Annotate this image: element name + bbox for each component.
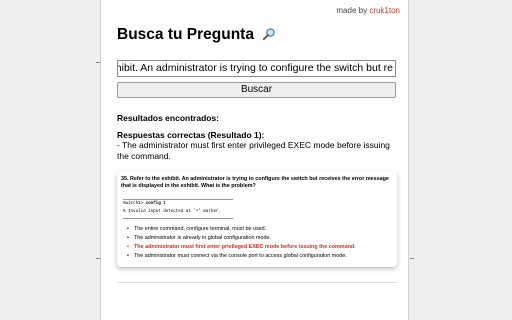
page-title: Busca tu Pregunta [117,26,276,46]
search-input-value: o the exhibit. An administrator is tryin… [118,62,393,74]
magnifying-glass-icon [262,27,276,46]
question-screenshot-card: 35. Refer to the exhibit. An administrat… [117,171,397,267]
author-link[interactable]: cruk1ton [369,6,400,15]
correct-answers-heading: Respuestas correctas (Resultado 1): [117,130,265,140]
divider [117,282,397,283]
answer-option: The administrator must connect via the c… [127,252,395,261]
correct-answer-text: - The administrator must first enter pri… [117,140,390,161]
cli-prompt: Switch1> [123,202,144,206]
search-button[interactable]: Buscar [117,82,396,98]
edge-marker [96,258,100,259]
made-by-credit: made by cruk1ton [336,6,400,15]
edge-marker [96,62,100,63]
cli-error-line: % Invalid input detected at '^' marker. [123,210,222,214]
made-by-prefix: made by [336,6,368,15]
answer-option: The entire command, configure terminal, … [127,225,395,234]
exhibit-cli-box: Switch1> config t % Invalid input detect… [123,199,233,219]
search-input[interactable]: o the exhibit. An administrator is tryin… [117,60,396,77]
answer-option-correct: The administrator must first enter privi… [127,243,395,252]
cli-command-line: Switch1> config t [123,201,166,207]
answer-option: The administrator is already in global c… [127,234,395,243]
question-text: 35. Refer to the exhibit. An administrat… [121,176,389,189]
results-heading: Resultados encontrados: [117,113,220,123]
title-text: Busca tu Pregunta [117,26,254,43]
edge-marker [410,258,414,259]
extension-popup: made by cruk1ton Busca tu Pregunta o the… [100,0,409,320]
answer-options-list: The entire command, configure terminal, … [127,225,395,261]
cli-command: config t [145,202,166,206]
